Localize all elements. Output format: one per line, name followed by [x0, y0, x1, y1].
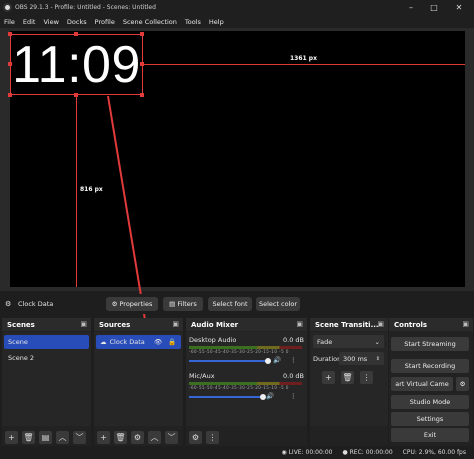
record-icon: ●	[342, 449, 350, 456]
channel-name: Mic/Aux	[189, 372, 215, 380]
source-item-label: Clock Data	[109, 338, 145, 346]
volume-slider[interactable]	[189, 360, 267, 362]
channel-name: Desktop Audio	[189, 336, 237, 344]
virtual-camera-button[interactable]: art Virtual Came	[391, 377, 453, 391]
trash-icon[interactable]: 🗑	[341, 371, 354, 384]
chevron-down-icon: ⌄	[374, 337, 380, 346]
undock-icon[interactable]: ▣	[296, 320, 303, 328]
mixer-toolbar: ⚙ ⋮	[186, 428, 307, 446]
transition-type: Fade	[317, 337, 333, 346]
studio-mode-button[interactable]: Studio Mode	[391, 395, 469, 409]
scenes-list: Scene Scene 2	[2, 332, 91, 426]
sources-dock: Sources ▣ ☁ Clock Data 👁 🔒 + 🗑 ⚙ ︿ ﹀	[94, 318, 183, 446]
settings-button[interactable]: Settings	[391, 412, 469, 426]
add-transition-button[interactable]: +	[322, 371, 335, 384]
source-item[interactable]: ☁ Clock Data 👁 🔒	[96, 335, 181, 349]
properties-label: Properties	[119, 300, 153, 308]
scene-transitions-dock: Scene Transiti... ▣ Fade ⌄ Duration 300 m…	[310, 318, 388, 446]
chevron-down-icon[interactable]: ﹀	[73, 430, 86, 444]
transition-toolbar: + 🗑 ⋮	[322, 371, 373, 384]
audio-mixer-header: Audio Mixer ▣	[186, 318, 307, 331]
channel-db: 0.0 dB	[283, 336, 304, 344]
transition-select[interactable]: Fade ⌄	[313, 335, 384, 348]
broadcast-icon: ◉	[281, 449, 289, 456]
scene-item[interactable]: Scene	[4, 335, 89, 349]
gear-icon[interactable]: ⚙	[456, 377, 469, 391]
audio-mixer-dock: Audio Mixer ▣ Desktop Audio 0.0 dB -60-55…	[186, 318, 307, 446]
add-scene-button[interactable]: +	[5, 430, 18, 444]
controls-title: Controls	[394, 320, 428, 329]
undock-icon[interactable]: ▣	[377, 320, 384, 328]
select-font-button[interactable]: Select font	[208, 297, 252, 311]
status-bar: ◉ LIVE: 00:00:00 ● REC: 00:00:00 CPU: 2.…	[0, 446, 474, 459]
gear-icon[interactable]: ⚙	[189, 430, 202, 444]
start-streaming-button[interactable]: Start Streaming	[391, 337, 469, 351]
channel-db: 0.0 dB	[283, 372, 304, 380]
select-color-button[interactable]: Select color	[256, 297, 300, 311]
scenes-toolbar: + 🗑 ▤ ︿ ﹀	[2, 428, 91, 446]
cpu-status: CPU: 2.9%, 60.00 fps	[402, 449, 466, 456]
more-options-icon[interactable]: ⋮	[206, 430, 219, 444]
spinner-icon[interactable]: ⇕	[376, 356, 380, 362]
sources-dock-header: Sources ▣	[94, 318, 183, 331]
rec-status: ● REC: 00:00:00	[342, 449, 392, 456]
scene-filters-icon[interactable]: ▤	[39, 430, 52, 444]
live-time: LIVE: 00:00:00	[288, 449, 333, 456]
speaker-icon[interactable]: 🔊	[273, 356, 281, 364]
more-options-icon[interactable]: ⋮	[290, 356, 297, 364]
undock-icon[interactable]: ▣	[462, 320, 469, 328]
scenes-dock: Scenes ▣ Scene Scene 2 + 🗑 ▤ ︿ ﹀	[2, 318, 91, 446]
mixer-title: Audio Mixer	[191, 320, 239, 329]
sources-list: ☁ Clock Data 👁 🔒	[94, 332, 183, 426]
undock-icon[interactable]: ▣	[172, 320, 179, 328]
lock-icon[interactable]: 🔒	[168, 338, 176, 346]
more-options-icon[interactable]: ⋮	[360, 371, 373, 384]
chevron-down-icon[interactable]: ﹀	[165, 430, 178, 444]
speaker-icon[interactable]: 🔊	[266, 392, 274, 400]
transitions-title: Scene Transiti...	[315, 320, 379, 329]
sources-title: Sources	[99, 320, 131, 329]
add-source-button[interactable]: +	[97, 430, 110, 444]
rec-time: REC: 00:00:00	[349, 449, 393, 456]
live-status: ◉ LIVE: 00:00:00	[281, 449, 332, 456]
meter-scale: -60-55-50-45-40-35-30-25-20-15-10 -5 0	[189, 385, 289, 390]
exit-button[interactable]: Exit	[391, 428, 469, 442]
trash-icon[interactable]: 🗑	[22, 430, 35, 444]
volume-slider-knob[interactable]	[265, 358, 271, 364]
chevron-up-icon[interactable]: ︿	[56, 430, 69, 444]
filter-icon: ▤	[169, 300, 176, 308]
more-options-icon[interactable]: ⋮	[290, 392, 297, 400]
gear-icon: ⚙	[5, 300, 12, 308]
scenes-title: Scenes	[7, 320, 35, 329]
selected-source-name: Clock Data	[18, 300, 54, 308]
meter-scale: -60-55-50-45-40-35-30-25-20-15-10 -5 0	[189, 349, 289, 354]
filters-label: Filters	[177, 300, 197, 308]
text-source-icon: ☁	[100, 338, 107, 346]
eye-icon[interactable]: 👁	[154, 338, 162, 346]
scenes-dock-header: Scenes ▣	[2, 318, 91, 331]
volume-slider[interactable]	[189, 396, 263, 398]
start-recording-button[interactable]: Start Recording	[391, 359, 469, 373]
trash-icon[interactable]: 🗑	[114, 430, 127, 444]
sources-toolbar: + 🗑 ⚙ ︿ ﹀	[94, 428, 183, 446]
filters-button[interactable]: ▤ Filters	[163, 297, 203, 311]
transitions-header: Scene Transiti... ▣	[310, 318, 388, 331]
duration-value: 300 ms	[343, 354, 368, 363]
transitions-body: Fade ⌄ Duration 300 ms ⇕ + 🗑 ⋮	[310, 332, 388, 426]
undock-icon[interactable]: ▣	[80, 320, 87, 328]
chevron-up-icon[interactable]: ︿	[148, 430, 161, 444]
mixer-body: Desktop Audio 0.0 dB -60-55-50-45-40-35-…	[186, 332, 307, 426]
gear-icon[interactable]: ⚙	[131, 430, 144, 444]
duration-label: Duration	[313, 355, 342, 363]
scene-item[interactable]: Scene 2	[4, 351, 89, 365]
gear-icon: ⚙	[111, 300, 118, 308]
duration-input[interactable]: 300 ms ⇕	[339, 352, 384, 365]
controls-header: Controls ▣	[389, 318, 473, 331]
properties-button[interactable]: ⚙ Properties	[106, 297, 158, 311]
